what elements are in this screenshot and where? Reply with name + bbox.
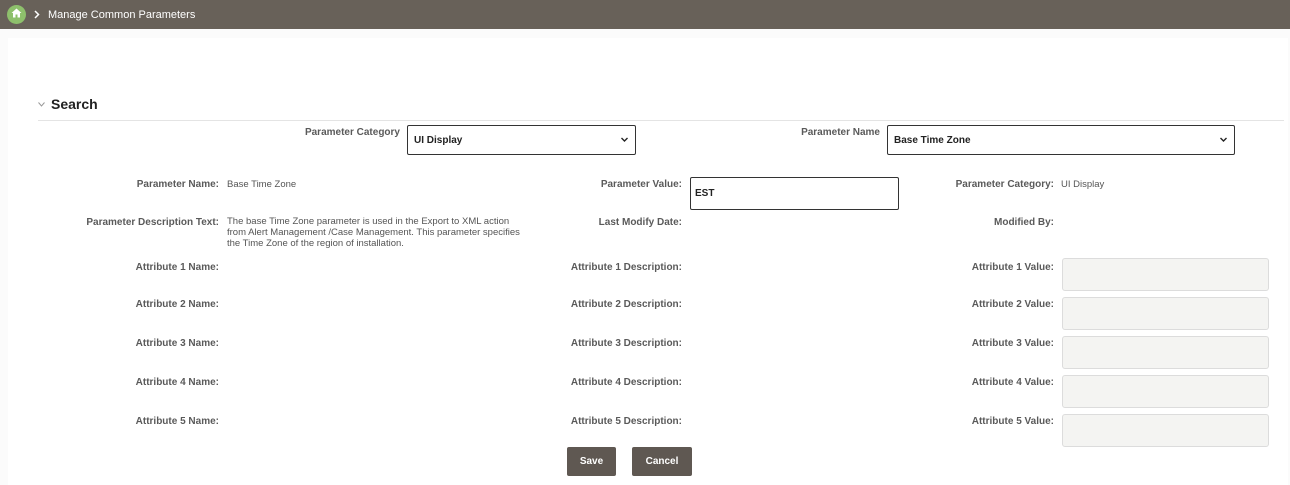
- attribute-5-value-field[interactable]: [1062, 414, 1269, 447]
- chevron-down-icon: [38, 101, 45, 107]
- parameter-description-label: Parameter Description Text:: [86, 217, 219, 228]
- parameter-category-filter-label: Parameter Category: [304, 127, 400, 138]
- save-button[interactable]: Save: [567, 447, 616, 476]
- home-icon: [11, 8, 22, 21]
- parameter-name-selected: Base Time Zone: [894, 134, 971, 146]
- attribute-4-value-label: Attribute 4 Value:: [971, 377, 1054, 388]
- parameter-name-label: Parameter Name:: [136, 179, 219, 190]
- parameter-category-label: Parameter Category:: [955, 179, 1054, 190]
- attribute-5-description-label: Attribute 5 Description:: [570, 416, 682, 427]
- chevron-right-icon: [34, 10, 40, 19]
- attribute-3-description-label: Attribute 3 Description:: [570, 338, 682, 349]
- parameter-description-value: The base Time Zone parameter is used in …: [227, 216, 520, 249]
- search-section-header[interactable]: Search: [38, 96, 98, 112]
- section-title: Search: [51, 96, 98, 112]
- parameter-value-label: Parameter Value:: [600, 179, 682, 190]
- attribute-2-description-label: Attribute 2 Description:: [570, 299, 682, 310]
- modified-by-label: Modified By:: [994, 217, 1054, 228]
- chevron-down-icon: [1219, 135, 1228, 147]
- home-button[interactable]: [7, 5, 26, 24]
- attribute-1-value-field[interactable]: [1062, 258, 1269, 291]
- attribute-5-name-label: Attribute 5 Name:: [135, 416, 219, 427]
- parameter-name-value: Base Time Zone: [227, 179, 297, 190]
- attribute-5-value-label: Attribute 5 Value:: [971, 416, 1054, 427]
- parameter-category-value: UI Display: [1061, 179, 1105, 190]
- section-divider: [38, 120, 1284, 121]
- attribute-1-value-label: Attribute 1 Value:: [971, 262, 1054, 273]
- top-navigation-bar: Manage Common Parameters: [0, 0, 1290, 29]
- attribute-2-name-label: Attribute 2 Name:: [135, 299, 219, 310]
- last-modify-date-label: Last Modify Date:: [598, 217, 682, 228]
- attribute-3-value-field[interactable]: [1062, 336, 1269, 369]
- attribute-1-description-label: Attribute 1 Description:: [570, 262, 682, 273]
- breadcrumb-current: Manage Common Parameters: [48, 8, 196, 21]
- parameter-value-input[interactable]: EST: [690, 177, 899, 210]
- parameter-category-selected: UI Display: [414, 134, 463, 146]
- attribute-4-description-label: Attribute 4 Description:: [570, 377, 682, 388]
- attribute-3-name-label: Attribute 3 Name:: [135, 338, 219, 349]
- attribute-3-value-label: Attribute 3 Value:: [971, 338, 1054, 349]
- attribute-2-value-label: Attribute 2 Value:: [971, 299, 1054, 310]
- attribute-1-description-field[interactable]: [755, 265, 889, 302]
- attribute-2-value-field[interactable]: [1062, 297, 1269, 330]
- cancel-button[interactable]: Cancel: [632, 447, 692, 476]
- attribute-1-name-label: Attribute 1 Name:: [135, 262, 219, 273]
- parameter-category-select[interactable]: UI Display: [407, 125, 636, 155]
- attribute-4-value-field[interactable]: [1062, 375, 1269, 408]
- parameter-name-select[interactable]: Base Time Zone: [887, 125, 1235, 155]
- chevron-down-icon: [620, 135, 629, 147]
- attribute-4-name-label: Attribute 4 Name:: [135, 377, 219, 388]
- parameter-name-filter-label: Parameter Name: [801, 127, 880, 138]
